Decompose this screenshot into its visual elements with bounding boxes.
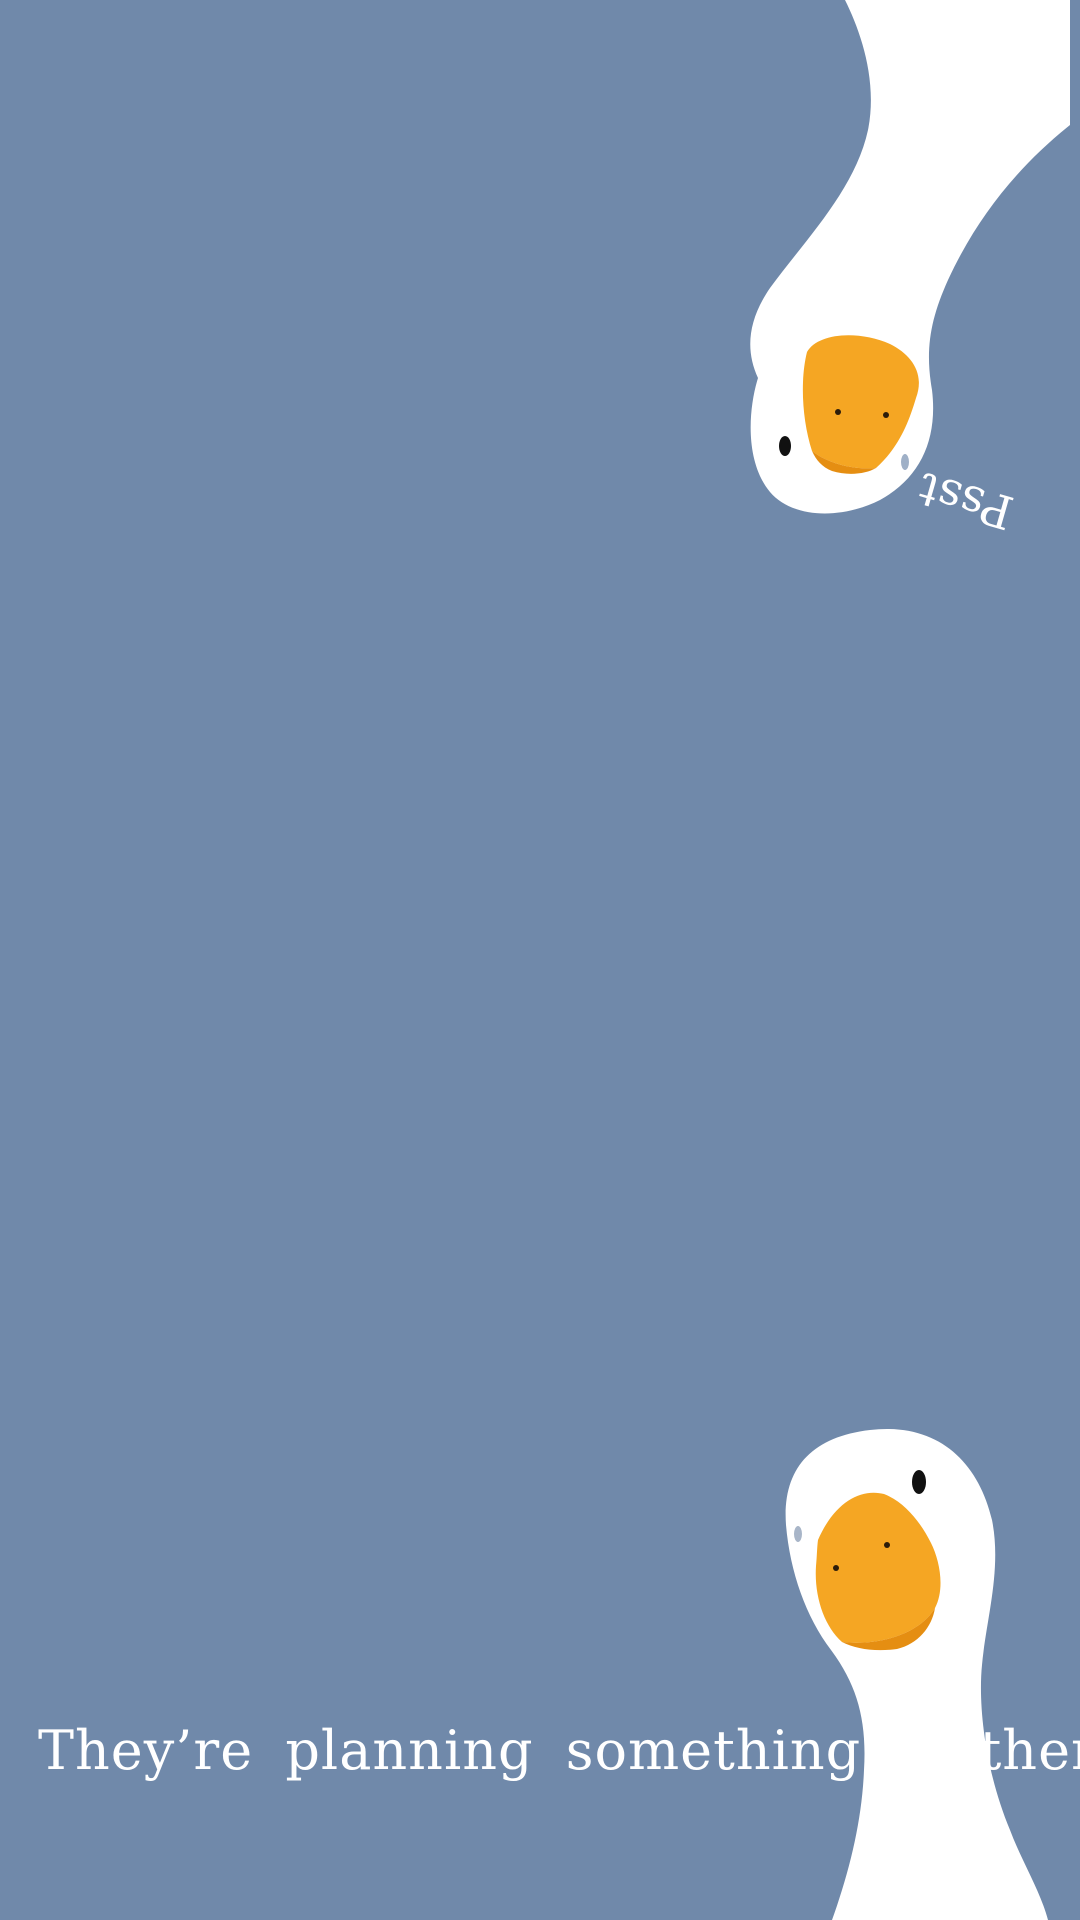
top-goose-nostril-right bbox=[883, 412, 889, 418]
bottom-goose-nostril-left bbox=[833, 1565, 839, 1571]
top-goose-body bbox=[750, 0, 1070, 514]
bottom-goose-eye-left bbox=[794, 1526, 802, 1542]
top-goose-nostril-left bbox=[835, 409, 841, 415]
top-goose-icon bbox=[750, 0, 1070, 514]
top-goose-eye bbox=[779, 436, 791, 456]
bottom-goose-icon bbox=[785, 1428, 1048, 1920]
wallpaper-scene bbox=[750, 0, 1070, 1920]
bottom-goose-body bbox=[785, 1428, 1048, 1920]
caption-text: They’re planning something in there bbox=[38, 1719, 1080, 1782]
bottom-goose-eye bbox=[912, 1470, 926, 1494]
top-goose-eye-right bbox=[901, 454, 909, 470]
bottom-goose-nostril-right bbox=[884, 1542, 890, 1548]
